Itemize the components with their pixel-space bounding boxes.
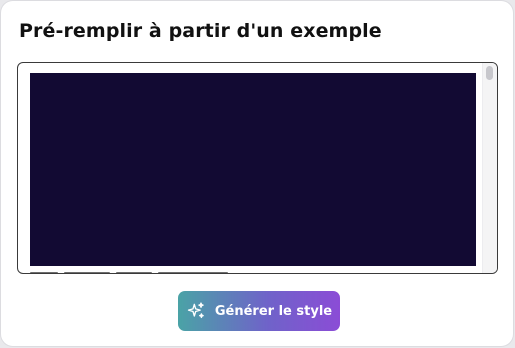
- prefill-dialog: Pré-remplir à partir d'un exemple Génére…: [1, 1, 513, 346]
- sparkles-icon: [187, 302, 204, 319]
- preview-scrollbar[interactable]: [482, 63, 497, 273]
- example-preview-image: [30, 73, 476, 266]
- scrollbar-thumb[interactable]: [486, 66, 493, 80]
- generate-style-label: Générer le style: [214, 303, 333, 319]
- preview-caption-peek: [30, 270, 250, 273]
- example-preview-box[interactable]: [17, 62, 498, 274]
- dialog-title: Pré-remplir à partir d'un exemple: [19, 20, 382, 42]
- generate-style-button[interactable]: Générer le style: [178, 291, 340, 331]
